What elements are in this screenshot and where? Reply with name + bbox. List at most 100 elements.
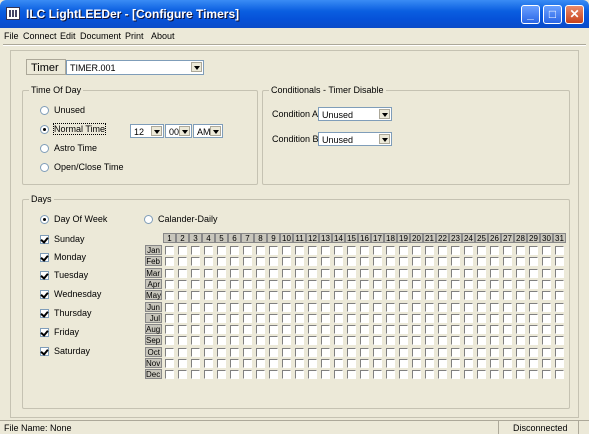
calendar-day-checkbox[interactable] <box>477 359 486 368</box>
calendar-day-checkbox[interactable] <box>451 302 460 312</box>
calendar-day-checkbox[interactable] <box>464 313 473 323</box>
calendar-day-checkbox[interactable] <box>204 347 213 357</box>
calendar-day-checkbox[interactable] <box>178 302 187 312</box>
calendar-day-checkbox[interactable] <box>256 291 265 301</box>
calendar-day-checkbox[interactable] <box>529 291 538 301</box>
calendar-day-checkbox[interactable] <box>308 279 317 289</box>
calendar-day-checkbox[interactable] <box>243 359 252 368</box>
calendar-day-checkbox[interactable] <box>347 359 356 368</box>
menu-print[interactable]: Print <box>125 31 144 41</box>
calendar-day-checkbox[interactable] <box>503 370 512 380</box>
calendar-day-checkbox[interactable] <box>295 359 304 368</box>
calendar-day-checkbox[interactable] <box>191 257 200 267</box>
calendar-day-checkbox[interactable] <box>178 313 187 323</box>
calendar-day-checkbox[interactable] <box>295 347 304 357</box>
calendar-day-checkbox[interactable] <box>412 291 421 301</box>
calendar-day-checkbox[interactable] <box>191 313 200 323</box>
calendar-day-checkbox[interactable] <box>438 268 447 278</box>
calendar-day-checkbox[interactable] <box>555 370 564 380</box>
calendar-day-checkbox[interactable] <box>321 313 330 323</box>
menu-document[interactable]: Document <box>80 31 121 41</box>
calendar-day-checkbox[interactable] <box>464 347 473 357</box>
calendar-day-checkbox[interactable] <box>490 268 499 278</box>
calendar-day-checkbox[interactable] <box>217 268 226 278</box>
calendar-day-checkbox[interactable] <box>204 370 213 380</box>
calendar-day-checkbox[interactable] <box>529 302 538 312</box>
calendar-day-checkbox[interactable] <box>191 246 200 255</box>
calendar-day-checkbox[interactable] <box>321 279 330 289</box>
calendar-day-checkbox[interactable] <box>269 302 278 312</box>
menu-edit[interactable]: Edit <box>60 31 76 41</box>
calendar-day-checkbox[interactable] <box>542 313 551 323</box>
calendar-day-checkbox[interactable] <box>204 336 213 346</box>
calendar-day-checkbox[interactable] <box>360 302 369 312</box>
calendar-day-checkbox[interactable] <box>373 291 382 301</box>
calendar-day-checkbox[interactable] <box>178 257 187 267</box>
calendar-day-checkbox[interactable] <box>282 279 291 289</box>
hour-select[interactable]: 12 <box>130 124 164 138</box>
calendar-day-checkbox[interactable] <box>438 370 447 380</box>
calendar-day-checkbox[interactable] <box>490 359 499 368</box>
calendar-day-checkbox[interactable] <box>217 370 226 380</box>
calendar-day-checkbox[interactable] <box>516 359 525 368</box>
timer-select[interactable]: TIMER.001 <box>66 60 204 75</box>
calendar-day-checkbox[interactable] <box>386 347 395 357</box>
resize-grip-icon[interactable] <box>578 421 589 434</box>
calendar-day-checkbox[interactable] <box>178 347 187 357</box>
calendar-day-checkbox[interactable] <box>269 359 278 368</box>
calendar-day-checkbox[interactable] <box>503 336 512 346</box>
calendar-day-checkbox[interactable] <box>451 257 460 267</box>
calendar-day-checkbox[interactable] <box>438 291 447 301</box>
calendar-day-checkbox[interactable] <box>295 336 304 346</box>
calendar-day-checkbox[interactable] <box>529 336 538 346</box>
calendar-day-checkbox[interactable] <box>256 325 265 335</box>
calendar-day-checkbox[interactable] <box>243 291 252 301</box>
calendar-day-checkbox[interactable] <box>347 246 356 255</box>
calendar-day-checkbox[interactable] <box>282 257 291 267</box>
calendar-day-checkbox[interactable] <box>230 347 239 357</box>
calendar-day-checkbox[interactable] <box>412 246 421 255</box>
title-bar[interactable]: ILC LightLEEDer - [Configure Timers] _ □… <box>0 0 589 28</box>
calendar-day-checkbox[interactable] <box>464 268 473 278</box>
calendar-day-checkbox[interactable] <box>438 246 447 255</box>
calendar-day-checkbox[interactable] <box>412 302 421 312</box>
calendar-day-checkbox[interactable] <box>451 279 460 289</box>
calendar-day-checkbox[interactable] <box>529 347 538 357</box>
calendar-day-checkbox[interactable] <box>386 246 395 255</box>
calendar-day-checkbox[interactable] <box>438 359 447 368</box>
calendar-day-checkbox[interactable] <box>230 268 239 278</box>
calendar-day-checkbox[interactable] <box>555 246 564 255</box>
calendar-day-checkbox[interactable] <box>555 279 564 289</box>
radio-calendar-daily[interactable] <box>144 215 153 224</box>
condition-a-select[interactable]: Unused <box>318 107 392 121</box>
calendar-day-checkbox[interactable] <box>217 257 226 267</box>
calendar-day-checkbox[interactable] <box>178 359 187 368</box>
menu-file[interactable]: File <box>4 31 19 41</box>
calendar-day-checkbox[interactable] <box>347 325 356 335</box>
calendar-day-checkbox[interactable] <box>399 370 408 380</box>
calendar-day-checkbox[interactable] <box>516 347 525 357</box>
calendar-day-checkbox[interactable] <box>425 257 434 267</box>
calendar-day-checkbox[interactable] <box>321 325 330 335</box>
calendar-day-checkbox[interactable] <box>412 313 421 323</box>
calendar-day-checkbox[interactable] <box>347 257 356 267</box>
calendar-day-checkbox[interactable] <box>334 291 343 301</box>
condition-b-select[interactable]: Unused <box>318 132 392 146</box>
calendar-day-checkbox[interactable] <box>308 268 317 278</box>
calendar-day-checkbox[interactable] <box>269 325 278 335</box>
calendar-day-checkbox[interactable] <box>230 313 239 323</box>
calendar-day-checkbox[interactable] <box>191 347 200 357</box>
calendar-day-checkbox[interactable] <box>282 313 291 323</box>
calendar-day-checkbox[interactable] <box>373 336 382 346</box>
calendar-day-checkbox[interactable] <box>282 325 291 335</box>
calendar-day-checkbox[interactable] <box>425 347 434 357</box>
calendar-day-checkbox[interactable] <box>399 246 408 255</box>
calendar-day-checkbox[interactable] <box>464 370 473 380</box>
calendar-day-checkbox[interactable] <box>529 359 538 368</box>
calendar-day-checkbox[interactable] <box>555 291 564 301</box>
calendar-day-checkbox[interactable] <box>256 370 265 380</box>
calendar-day-checkbox[interactable] <box>191 325 200 335</box>
chevron-down-icon[interactable] <box>151 126 162 136</box>
calendar-day-checkbox[interactable] <box>490 370 499 380</box>
minute-select[interactable]: 00 <box>165 124 192 138</box>
